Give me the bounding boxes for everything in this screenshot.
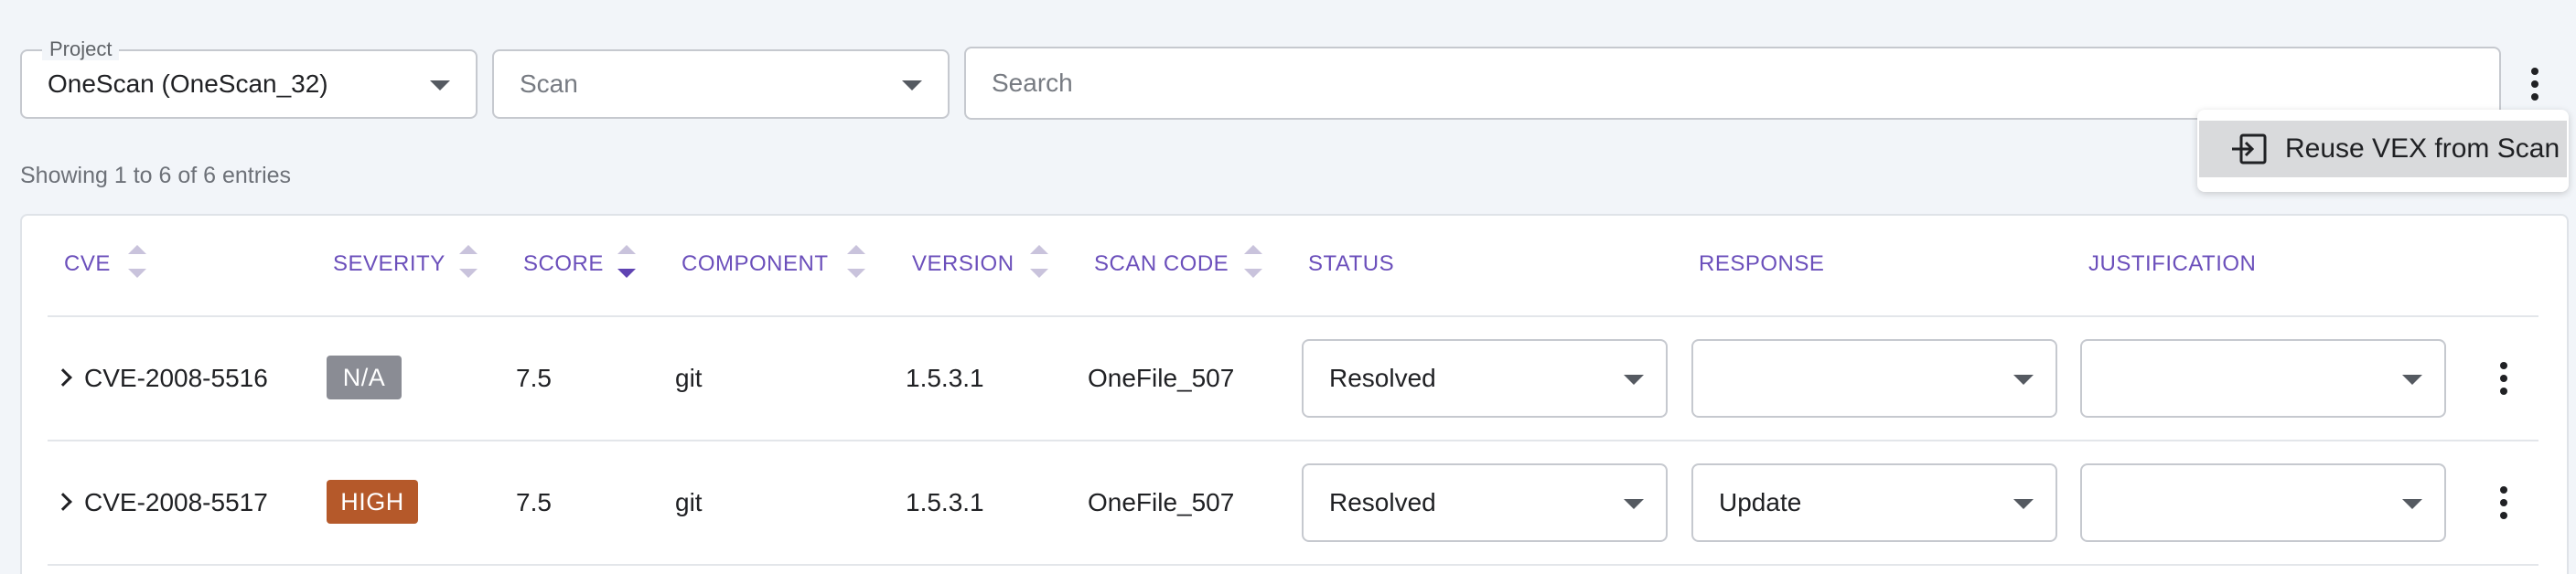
chevron-down-icon xyxy=(2402,499,2422,509)
sort-icon[interactable] xyxy=(459,243,479,285)
sort-icon[interactable] xyxy=(847,243,867,285)
column-header-component[interactable]: COMPONENT xyxy=(682,251,829,277)
response-select[interactable]: Update xyxy=(1691,463,2057,542)
sort-descending-icon[interactable] xyxy=(617,243,638,285)
version: 1.5.3.1 xyxy=(906,364,984,392)
sort-icon[interactable] xyxy=(128,243,148,285)
row-divider xyxy=(48,440,2538,441)
status-value: Resolved xyxy=(1329,364,1436,392)
more-options-icon[interactable] xyxy=(2530,68,2539,101)
severity-badge: N/A xyxy=(327,356,402,399)
cve-id: CVE-2008-5516 xyxy=(84,364,268,392)
project-label: Project xyxy=(42,38,120,60)
response-select[interactable] xyxy=(1691,339,2057,418)
column-header-scan-code[interactable]: SCAN CODE xyxy=(1094,251,1229,277)
project-value: OneScan (OneScan_32) xyxy=(48,69,328,98)
version: 1.5.3.1 xyxy=(906,488,984,516)
scan-select[interactable]: Scan xyxy=(492,49,950,119)
search-placeholder: Search xyxy=(992,69,1073,97)
chevron-down-icon xyxy=(2402,375,2422,385)
chevron-down-icon xyxy=(2013,375,2034,385)
menu-item-label: Reuse VEX from Scan xyxy=(2285,133,2560,164)
justification-select[interactable] xyxy=(2080,339,2446,418)
chevron-down-icon xyxy=(1624,375,1644,385)
reuse-import-icon xyxy=(2232,133,2267,165)
component: git xyxy=(675,488,703,516)
row-options-icon[interactable] xyxy=(2499,362,2508,395)
severity-badge: HIGH xyxy=(327,480,418,524)
row-options-icon[interactable] xyxy=(2499,486,2508,519)
scan-code: OneFile_507 xyxy=(1088,488,1235,516)
status-value: Resolved xyxy=(1329,488,1436,516)
justification-select[interactable] xyxy=(2080,463,2446,542)
scan-code: OneFile_507 xyxy=(1088,364,1235,392)
column-header-score[interactable]: SCORE xyxy=(523,251,604,277)
column-header-status: STATUS xyxy=(1308,251,1395,276)
column-header-response: RESPONSE xyxy=(1699,251,1825,276)
column-header-cve[interactable]: CVE xyxy=(64,251,111,277)
status-select[interactable]: Resolved xyxy=(1302,463,1668,542)
sort-icon[interactable] xyxy=(1030,243,1050,285)
chevron-down-icon xyxy=(2013,499,2034,509)
search-input[interactable]: Search xyxy=(964,47,2501,120)
column-header-version[interactable]: VERSION xyxy=(912,251,1014,277)
column-header-severity[interactable]: SEVERITY xyxy=(333,251,445,277)
score: 7.5 xyxy=(516,364,552,392)
sort-icon[interactable] xyxy=(1244,243,1264,285)
project-select[interactable]: Project OneScan (OneScan_32) xyxy=(20,38,478,119)
row-divider xyxy=(48,564,2538,566)
chevron-down-icon xyxy=(430,80,450,90)
options-menu: Reuse VEX from Scan xyxy=(2197,110,2569,192)
component: git xyxy=(675,364,703,392)
chevron-down-icon xyxy=(1624,499,1644,509)
header-divider xyxy=(48,315,2538,317)
response-value: Update xyxy=(1719,488,1802,516)
chevron-down-icon xyxy=(902,80,922,90)
column-header-justification: JUSTIFICATION xyxy=(2088,251,2257,276)
entries-count: Showing 1 to 6 of 6 entries xyxy=(20,163,292,188)
scan-placeholder: Scan xyxy=(520,69,578,98)
status-select[interactable]: Resolved xyxy=(1302,339,1668,418)
score: 7.5 xyxy=(516,488,552,516)
menu-item-reuse-vex[interactable]: Reuse VEX from Scan xyxy=(2199,121,2567,177)
cve-id: CVE-2008-5517 xyxy=(84,488,268,516)
